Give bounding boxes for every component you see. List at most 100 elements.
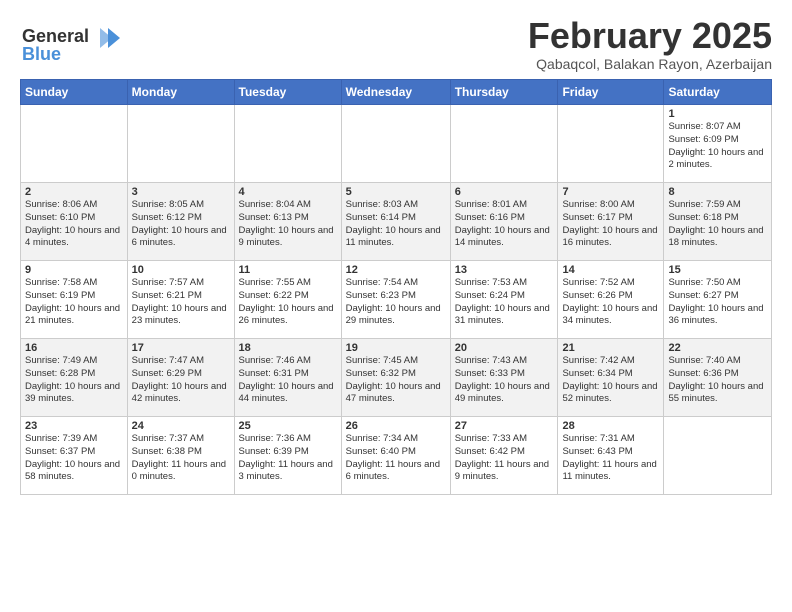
table-cell: 16Sunrise: 7:49 AMSunset: 6:28 PMDayligh… bbox=[21, 339, 128, 417]
day-number: 16 bbox=[25, 342, 123, 354]
table-cell: 5Sunrise: 8:03 AMSunset: 6:14 PMDaylight… bbox=[341, 183, 450, 261]
day-number: 26 bbox=[346, 420, 446, 432]
table-cell: 26Sunrise: 7:34 AMSunset: 6:40 PMDayligh… bbox=[341, 417, 450, 495]
day-info: Sunset: 6:13 PM bbox=[239, 212, 337, 225]
day-number: 22 bbox=[668, 342, 767, 354]
table-cell bbox=[21, 105, 128, 183]
day-info: Daylight: 10 hours and 11 minutes. bbox=[346, 225, 446, 251]
day-info: Sunrise: 7:52 AM bbox=[562, 277, 659, 290]
day-info: Sunrise: 8:00 AM bbox=[562, 199, 659, 212]
day-number: 23 bbox=[25, 420, 123, 432]
day-number: 17 bbox=[132, 342, 230, 354]
day-info: Daylight: 10 hours and 16 minutes. bbox=[562, 225, 659, 251]
week-row-2: 9Sunrise: 7:58 AMSunset: 6:19 PMDaylight… bbox=[21, 261, 772, 339]
table-cell bbox=[664, 417, 772, 495]
day-info: Sunrise: 7:45 AM bbox=[346, 355, 446, 368]
day-info: Sunrise: 7:39 AM bbox=[25, 433, 123, 446]
col-thursday: Thursday bbox=[450, 80, 558, 105]
day-info: Sunrise: 8:04 AM bbox=[239, 199, 337, 212]
day-number: 19 bbox=[346, 342, 446, 354]
table-cell: 11Sunrise: 7:55 AMSunset: 6:22 PMDayligh… bbox=[234, 261, 341, 339]
col-saturday: Saturday bbox=[664, 80, 772, 105]
day-info: Daylight: 10 hours and 39 minutes. bbox=[25, 381, 123, 407]
day-info: Sunset: 6:28 PM bbox=[25, 368, 123, 381]
day-number: 20 bbox=[455, 342, 554, 354]
day-info: Sunset: 6:37 PM bbox=[25, 446, 123, 459]
month-title: February 2025 bbox=[528, 16, 772, 56]
table-cell: 6Sunrise: 8:01 AMSunset: 6:16 PMDaylight… bbox=[450, 183, 558, 261]
day-number: 1 bbox=[668, 108, 767, 120]
table-cell: 19Sunrise: 7:45 AMSunset: 6:32 PMDayligh… bbox=[341, 339, 450, 417]
day-info: Daylight: 10 hours and 49 minutes. bbox=[455, 381, 554, 407]
day-info: Sunrise: 7:49 AM bbox=[25, 355, 123, 368]
day-number: 9 bbox=[25, 264, 123, 276]
day-info: Sunset: 6:27 PM bbox=[668, 290, 767, 303]
table-cell bbox=[234, 105, 341, 183]
day-info: Daylight: 10 hours and 34 minutes. bbox=[562, 303, 659, 329]
table-cell: 28Sunrise: 7:31 AMSunset: 6:43 PMDayligh… bbox=[558, 417, 664, 495]
day-info: Sunrise: 7:47 AM bbox=[132, 355, 230, 368]
day-number: 12 bbox=[346, 264, 446, 276]
day-number: 4 bbox=[239, 186, 337, 198]
day-info: Sunrise: 7:40 AM bbox=[668, 355, 767, 368]
table-cell: 4Sunrise: 8:04 AMSunset: 6:13 PMDaylight… bbox=[234, 183, 341, 261]
week-row-4: 23Sunrise: 7:39 AMSunset: 6:37 PM Dayligh… bbox=[21, 417, 772, 495]
table-cell: 9Sunrise: 7:58 AMSunset: 6:19 PMDaylight… bbox=[21, 261, 128, 339]
day-info: Daylight: 10 hours and 14 minutes. bbox=[455, 225, 554, 251]
day-number: 3 bbox=[132, 186, 230, 198]
day-info: Daylight: 10 hours and 31 minutes. bbox=[455, 303, 554, 329]
week-row-3: 16Sunrise: 7:49 AMSunset: 6:28 PMDayligh… bbox=[21, 339, 772, 417]
day-info: Sunset: 6:18 PM bbox=[668, 212, 767, 225]
table-cell: 12Sunrise: 7:54 AMSunset: 6:23 PMDayligh… bbox=[341, 261, 450, 339]
table-cell: 18Sunrise: 7:46 AMSunset: 6:31 PMDayligh… bbox=[234, 339, 341, 417]
day-info: Daylight: 11 hours and 6 minutes. bbox=[346, 459, 446, 485]
table-cell: 15Sunrise: 7:50 AMSunset: 6:27 PMDayligh… bbox=[664, 261, 772, 339]
day-info: Sunrise: 7:31 AM bbox=[562, 433, 659, 446]
day-info: Sunrise: 7:57 AM bbox=[132, 277, 230, 290]
day-info: Daylight: 10 hours and 2 minutes. bbox=[668, 147, 767, 173]
day-number: 24 bbox=[132, 420, 230, 432]
day-info: Sunrise: 7:37 AM bbox=[132, 433, 230, 446]
day-info: Daylight: 10 hours and 23 minutes. bbox=[132, 303, 230, 329]
day-info: Sunset: 6:42 PM bbox=[455, 446, 554, 459]
day-info: Daylight: 11 hours and 3 minutes. bbox=[239, 459, 337, 485]
day-number: 5 bbox=[346, 186, 446, 198]
day-info: Sunrise: 7:34 AM bbox=[346, 433, 446, 446]
logo-text: General Blue bbox=[20, 20, 130, 73]
day-info: Sunset: 6:38 PM bbox=[132, 446, 230, 459]
day-info: Sunrise: 7:58 AM bbox=[25, 277, 123, 290]
col-monday: Monday bbox=[127, 80, 234, 105]
day-info: Daylight: 10 hours and 4 minutes. bbox=[25, 225, 123, 251]
calendar-header-row: Sunday Monday Tuesday Wednesday Thursday… bbox=[21, 80, 772, 105]
table-cell: 10Sunrise: 7:57 AMSunset: 6:21 PMDayligh… bbox=[127, 261, 234, 339]
day-info: Sunset: 6:36 PM bbox=[668, 368, 767, 381]
table-cell bbox=[558, 105, 664, 183]
day-info: Sunrise: 7:46 AM bbox=[239, 355, 337, 368]
table-cell: 27Sunrise: 7:33 AMSunset: 6:42 PMDayligh… bbox=[450, 417, 558, 495]
day-info: Sunrise: 7:59 AM bbox=[668, 199, 767, 212]
day-number: 8 bbox=[668, 186, 767, 198]
header: General Blue February 2025 Qabaqcol, Bal… bbox=[20, 16, 772, 73]
day-info: Daylight: 10 hours and 26 minutes. bbox=[239, 303, 337, 329]
day-info: Daylight: 11 hours and 11 minutes. bbox=[562, 459, 659, 485]
day-info: Sunset: 6:32 PM bbox=[346, 368, 446, 381]
day-number: 11 bbox=[239, 264, 337, 276]
day-info: Sunset: 6:14 PM bbox=[346, 212, 446, 225]
day-info: Daylight: 11 hours and 9 minutes. bbox=[455, 459, 554, 485]
day-number: 28 bbox=[562, 420, 659, 432]
day-info: Sunset: 6:31 PM bbox=[239, 368, 337, 381]
day-info: Sunset: 6:43 PM bbox=[562, 446, 659, 459]
day-info: Sunset: 6:17 PM bbox=[562, 212, 659, 225]
table-cell: 21Sunrise: 7:42 AMSunset: 6:34 PMDayligh… bbox=[558, 339, 664, 417]
day-info: Sunset: 6:22 PM bbox=[239, 290, 337, 303]
day-number: 7 bbox=[562, 186, 659, 198]
day-number: 25 bbox=[239, 420, 337, 432]
table-cell: 14Sunrise: 7:52 AMSunset: 6:26 PMDayligh… bbox=[558, 261, 664, 339]
table-cell: 3Sunrise: 8:05 AMSunset: 6:12 PMDaylight… bbox=[127, 183, 234, 261]
day-info: Daylight: 10 hours and 36 minutes. bbox=[668, 303, 767, 329]
day-info: Sunrise: 7:33 AM bbox=[455, 433, 554, 446]
day-info: Daylight: 10 hours and 29 minutes. bbox=[346, 303, 446, 329]
table-cell: 13Sunrise: 7:53 AMSunset: 6:24 PMDayligh… bbox=[450, 261, 558, 339]
table-cell: 7Sunrise: 8:00 AMSunset: 6:17 PMDaylight… bbox=[558, 183, 664, 261]
day-number: 15 bbox=[668, 264, 767, 276]
